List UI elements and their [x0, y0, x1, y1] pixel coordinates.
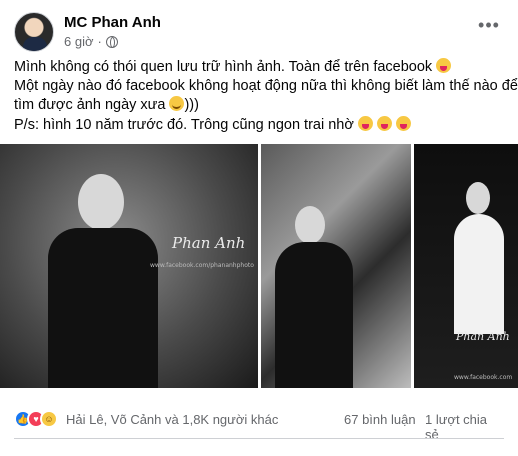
tongue-emoji-icon: [376, 116, 392, 131]
globe-icon[interactable]: [105, 35, 118, 48]
more-options-icon[interactable]: •••: [478, 14, 500, 36]
comments-count[interactable]: 67 bình luận: [344, 412, 416, 427]
post-text-line-2: Một ngày nào đó facebook không hoạt động…: [14, 78, 518, 94]
stats-divider: [14, 438, 504, 439]
photo-3[interactable]: Phan Anh www.facebook.com: [414, 144, 518, 388]
post-text-line: tìm được ảnh ngày xưa ))): [14, 96, 504, 115]
photo-2[interactable]: [261, 144, 411, 388]
post-time[interactable]: 6 giờ: [64, 34, 94, 49]
figure-head: [466, 182, 490, 214]
reaction-icons[interactable]: 👍 ♥ ☺: [14, 410, 58, 428]
comment-button[interactable]: [189, 444, 329, 456]
post-header: MC Phan Anh 6 giờ · •••: [14, 12, 504, 52]
post-stats: 👍 ♥ ☺ Hải Lê, Võ Cảnh và 1,8K người khác…: [14, 408, 504, 442]
post-text-line-3-suffix: ))): [184, 97, 199, 113]
meta-separator: ·: [97, 34, 102, 49]
like-button[interactable]: [26, 444, 166, 456]
photo-1-watermark: www.facebook.com/phananhphoto: [150, 262, 254, 269]
post-text-line-4: P/s: hình 10 năm trước đó. Trông cũng ng…: [14, 117, 354, 133]
reactors-summary[interactable]: Hải Lê, Võ Cảnh và 1,8K người khác: [66, 412, 278, 427]
photo-1[interactable]: Phan Anh www.facebook.com/phananhphoto: [0, 144, 258, 388]
photo-1-signature: Phan Anh: [172, 234, 246, 252]
figure-head: [295, 206, 325, 244]
figure-head: [78, 174, 124, 230]
author-avatar[interactable]: [14, 12, 54, 52]
action-bar: [14, 444, 504, 456]
facebook-post: MC Phan Anh 6 giờ · ••• Mình không có th…: [0, 0, 518, 456]
photo-grid: Phan Anh www.facebook.com/phananhphoto P…: [0, 144, 518, 388]
post-meta: 6 giờ ·: [64, 34, 118, 49]
post-text-line: P/s: hình 10 năm trước đó. Trông cũng ng…: [14, 116, 504, 135]
share-button[interactable]: [352, 444, 492, 456]
figure-body: [454, 214, 504, 334]
post-text-line-3: tìm được ảnh ngày xưa: [14, 97, 166, 113]
figure-body: [275, 242, 353, 388]
photo-3-signature: Phan Anh: [456, 330, 510, 343]
photo-3-watermark: www.facebook.com: [454, 374, 513, 381]
post-text-line: Một ngày nào đó facebook không hoạt động…: [14, 77, 518, 96]
tongue-emoji-icon: [395, 116, 411, 131]
haha-icon: ☺: [40, 410, 58, 428]
smile-emoji-icon: [169, 96, 185, 111]
post-text: Mình không có thói quen lưu trữ hình ảnh…: [14, 58, 518, 135]
tongue-emoji-icon: [436, 58, 452, 73]
figure-body: [48, 228, 158, 388]
post-text-line-1: Mình không có thói quen lưu trữ hình ảnh…: [14, 59, 433, 75]
tongue-emoji-icon: [357, 116, 373, 131]
post-text-line: Mình không có thói quen lưu trữ hình ảnh…: [14, 58, 504, 77]
author-name[interactable]: MC Phan Anh: [64, 14, 161, 31]
